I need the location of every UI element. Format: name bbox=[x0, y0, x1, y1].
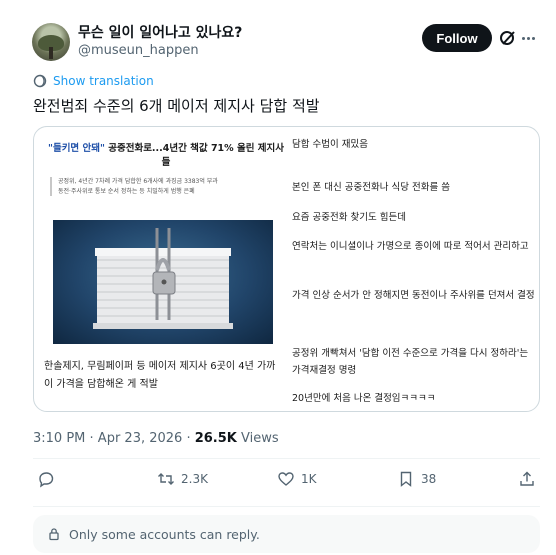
avatar[interactable] bbox=[32, 23, 70, 61]
handle[interactable]: @museun_happen bbox=[78, 43, 199, 58]
bookmark-button[interactable]: 38 bbox=[397, 470, 436, 488]
reply-button[interactable] bbox=[37, 470, 55, 488]
list-item: 담합 수법이 재밌음 bbox=[292, 139, 368, 150]
blurb-line-2: 동전·주사위로 통보 순서 정하는 등 치밀하게 범행 은폐 bbox=[58, 187, 195, 195]
share-button[interactable] bbox=[518, 470, 536, 488]
post-time[interactable]: 3:10 PM bbox=[33, 431, 85, 446]
show-translation-link[interactable]: Show translation bbox=[33, 74, 154, 88]
display-name[interactable]: 무슨 일이 일어나고 있나요? bbox=[78, 22, 242, 42]
bookmark-count: 38 bbox=[421, 472, 437, 486]
reply-icon bbox=[39, 472, 54, 488]
like-count: 1K bbox=[301, 472, 317, 486]
list-item: 공정위 개빡쳐서 '담합 이전 수준으로 가격을 다시 정하라'는 가격재결정 … bbox=[292, 348, 529, 377]
meta-separator: · bbox=[182, 431, 195, 446]
more-options-icon[interactable] bbox=[522, 30, 540, 46]
reply-restriction-notice: Only some accounts can reply. bbox=[33, 515, 540, 553]
article-caption: 한솔제지, 무림페이퍼 등 메이저 제지사 6곳이 4년 가까이 가격을 담합해… bbox=[44, 361, 276, 390]
article-blurb: 공정위, 4년간 7차례 가격 담합한 6개사에 과징금 3383억 부과 동전… bbox=[50, 177, 270, 197]
action-bar: 2.3K 1K 38 bbox=[33, 470, 540, 500]
list-item: 본인 폰 대신 공중전화나 식당 전화를 씀 bbox=[292, 182, 450, 193]
translate-icon bbox=[33, 74, 47, 88]
like-button[interactable]: 1K bbox=[277, 470, 317, 488]
headline-quote: "들키면 안돼" bbox=[48, 143, 105, 154]
news-article-panel: "들키면 안돼" 공중전화로...4년간 책값 71% 올린 제지사들 공정위,… bbox=[34, 127, 289, 411]
divider bbox=[33, 458, 540, 459]
repost-icon bbox=[158, 473, 174, 485]
bookmark-icon bbox=[400, 471, 412, 487]
divider bbox=[33, 506, 540, 507]
avatar-trunk bbox=[49, 47, 53, 59]
list-item: 연락처는 이니셜이나 가명으로 종이에 따로 적어서 관리하고 bbox=[292, 241, 529, 252]
repost-button[interactable]: 2.3K bbox=[157, 470, 208, 488]
list-item: 가격 인상 순서가 안 정해지면 동전이나 주사위를 던져서 결정 bbox=[292, 290, 535, 301]
post-date[interactable]: Apr 23, 2026 bbox=[98, 431, 183, 446]
views-label: Views bbox=[236, 431, 279, 446]
headline-rest: 공중전화로...4년간 책값 71% 올린 제지사들 bbox=[104, 143, 284, 168]
post-text: 완전범죄 수준의 6개 메이저 제지사 담합 적발 bbox=[33, 97, 320, 115]
post-meta: 3:10 PM · Apr 23, 2026 · 26.5K Views bbox=[33, 431, 279, 446]
paper-stack-photo bbox=[53, 220, 273, 344]
article-headline: "들키면 안돼" 공중전화로...4년간 책값 71% 올린 제지사들 bbox=[46, 140, 286, 168]
repost-count: 2.3K bbox=[181, 472, 208, 486]
follow-button[interactable]: Follow bbox=[422, 24, 492, 52]
show-translation-label: Show translation bbox=[53, 74, 154, 88]
grok-icon[interactable] bbox=[499, 29, 517, 47]
lock-icon bbox=[49, 528, 59, 541]
list-item: 요즘 공중전화 찾기도 힘든데 bbox=[292, 212, 406, 223]
post-image[interactable]: "들키면 안돼" 공중전화로...4년간 책값 71% 올린 제지사들 공정위,… bbox=[33, 126, 540, 412]
heart-icon bbox=[278, 472, 294, 486]
blurb-line-1: 공정위, 4년간 7차례 가격 담합한 6개사에 과징금 3383억 부과 bbox=[58, 178, 218, 185]
list-item: 20년만에 처음 나온 결정임ㅋㅋㅋㅋ bbox=[292, 393, 436, 404]
meta-separator: · bbox=[85, 431, 98, 446]
summary-list: 담합 수법이 재밌음 본인 폰 대신 공중전화나 식당 전화를 씀 요즘 공중전… bbox=[292, 127, 539, 411]
share-icon bbox=[520, 471, 534, 486]
reply-restriction-text: Only some accounts can reply. bbox=[69, 526, 260, 542]
views-count: 26.5K bbox=[194, 431, 237, 446]
